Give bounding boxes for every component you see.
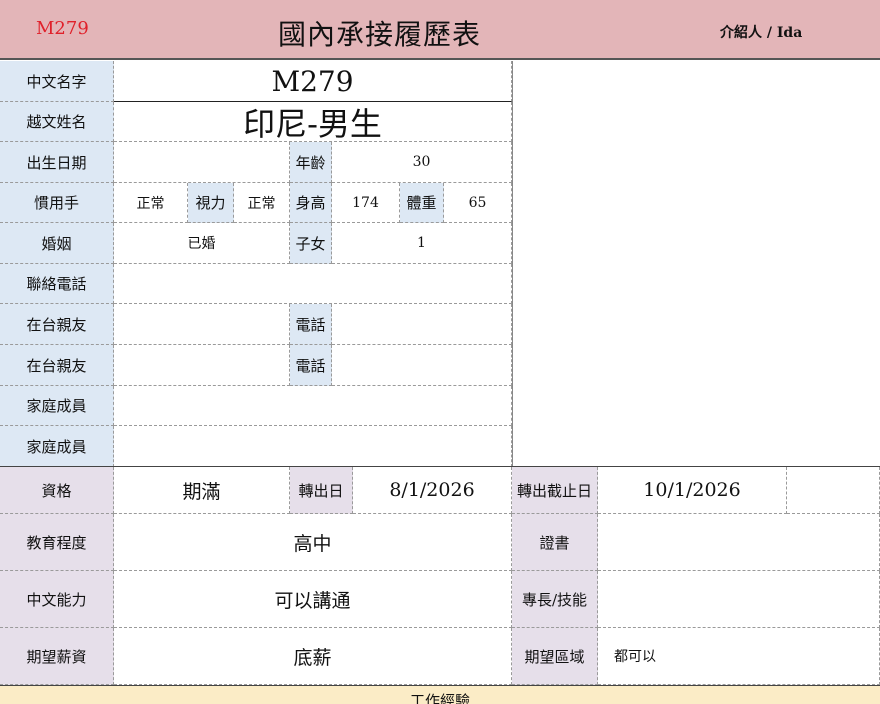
age-value: 30: [332, 142, 512, 183]
height-label: 身高: [290, 183, 332, 223]
marriage-label: 婚姻: [0, 223, 114, 264]
education-value: 高中: [114, 514, 512, 571]
salary-value: 底薪: [114, 628, 512, 685]
vietnamese-name-value: 印尼-男生: [114, 102, 512, 142]
vietnamese-name-label: 越文姓名: [0, 102, 114, 142]
children-label: 子女: [290, 223, 332, 264]
relative-2-phone-label: 電話: [290, 345, 332, 386]
page-title: 國內承接履歷表: [278, 18, 482, 51]
family-member-2-value: [114, 426, 512, 467]
certificate-value: [598, 514, 880, 571]
work-experience-header: 工作經驗: [0, 685, 880, 704]
relative-1-phone-label: 電話: [290, 304, 332, 345]
relative-1-label: 在台親友: [0, 304, 114, 345]
status-value: 期滿: [114, 467, 290, 514]
relative-2-phone-value: [332, 345, 512, 386]
family-member-1-label: 家庭成員: [0, 386, 114, 426]
vision-label: 視力: [188, 183, 234, 223]
contact-phone-label: 聯絡電話: [0, 264, 114, 304]
photo-area: [512, 61, 880, 467]
relative-2-value: [114, 345, 290, 386]
weight-label: 體重: [400, 183, 444, 223]
handedness-label: 慣用手: [0, 183, 114, 223]
age-label: 年齡: [290, 142, 332, 183]
certificate-label: 證書: [512, 514, 598, 571]
skills-value: [598, 571, 880, 628]
marriage-value: 已婚: [114, 223, 290, 264]
referrer: 介紹人 / Ida: [720, 25, 803, 41]
birthdate-value: [114, 142, 290, 183]
empty-cell: [787, 467, 880, 514]
work-experience-title: 工作經驗: [409, 692, 470, 704]
weight-value: 65: [444, 183, 512, 223]
relative-2-label: 在台親友: [0, 345, 114, 386]
salary-label: 期望薪資: [0, 628, 114, 685]
chinese-name-label: 中文名字: [0, 61, 114, 102]
region-value: 都可以: [598, 628, 880, 685]
transfer-deadline-value: 10/1/2026: [598, 467, 787, 514]
children-value: 1: [332, 223, 512, 264]
chinese-ability-label: 中文能力: [0, 571, 114, 628]
vision-value: 正常: [234, 183, 290, 223]
chinese-ability-value: 可以講通: [114, 571, 512, 628]
height-value: 174: [332, 183, 400, 223]
family-member-2-label: 家庭成員: [0, 426, 114, 467]
resume-code: M279: [36, 18, 89, 39]
education-label: 教育程度: [0, 514, 114, 571]
skills-label: 專長/技能: [512, 571, 598, 628]
family-member-1-value: [114, 386, 512, 426]
transfer-deadline-label: 轉出截止日: [512, 467, 598, 514]
chinese-name-value: M279: [114, 61, 512, 102]
transfer-date-value: 8/1/2026: [353, 467, 512, 514]
birthdate-label: 出生日期: [0, 142, 114, 183]
contact-phone-value: [114, 264, 512, 304]
region-label: 期望區域: [512, 628, 598, 685]
relative-1-phone-value: [332, 304, 512, 345]
status-label: 資格: [0, 467, 114, 514]
transfer-date-label: 轉出日: [290, 467, 353, 514]
handedness-value: 正常: [114, 183, 188, 223]
relative-1-value: [114, 304, 290, 345]
